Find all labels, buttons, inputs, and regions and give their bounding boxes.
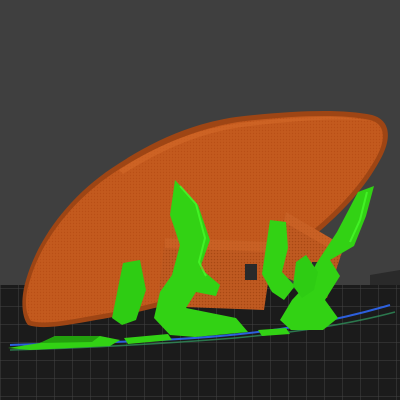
build-plate-edge [370, 270, 400, 285]
3d-slicer-viewport[interactable] [0, 0, 400, 400]
model-preview-canvas[interactable] [0, 0, 400, 400]
model-notch-left [245, 264, 257, 280]
